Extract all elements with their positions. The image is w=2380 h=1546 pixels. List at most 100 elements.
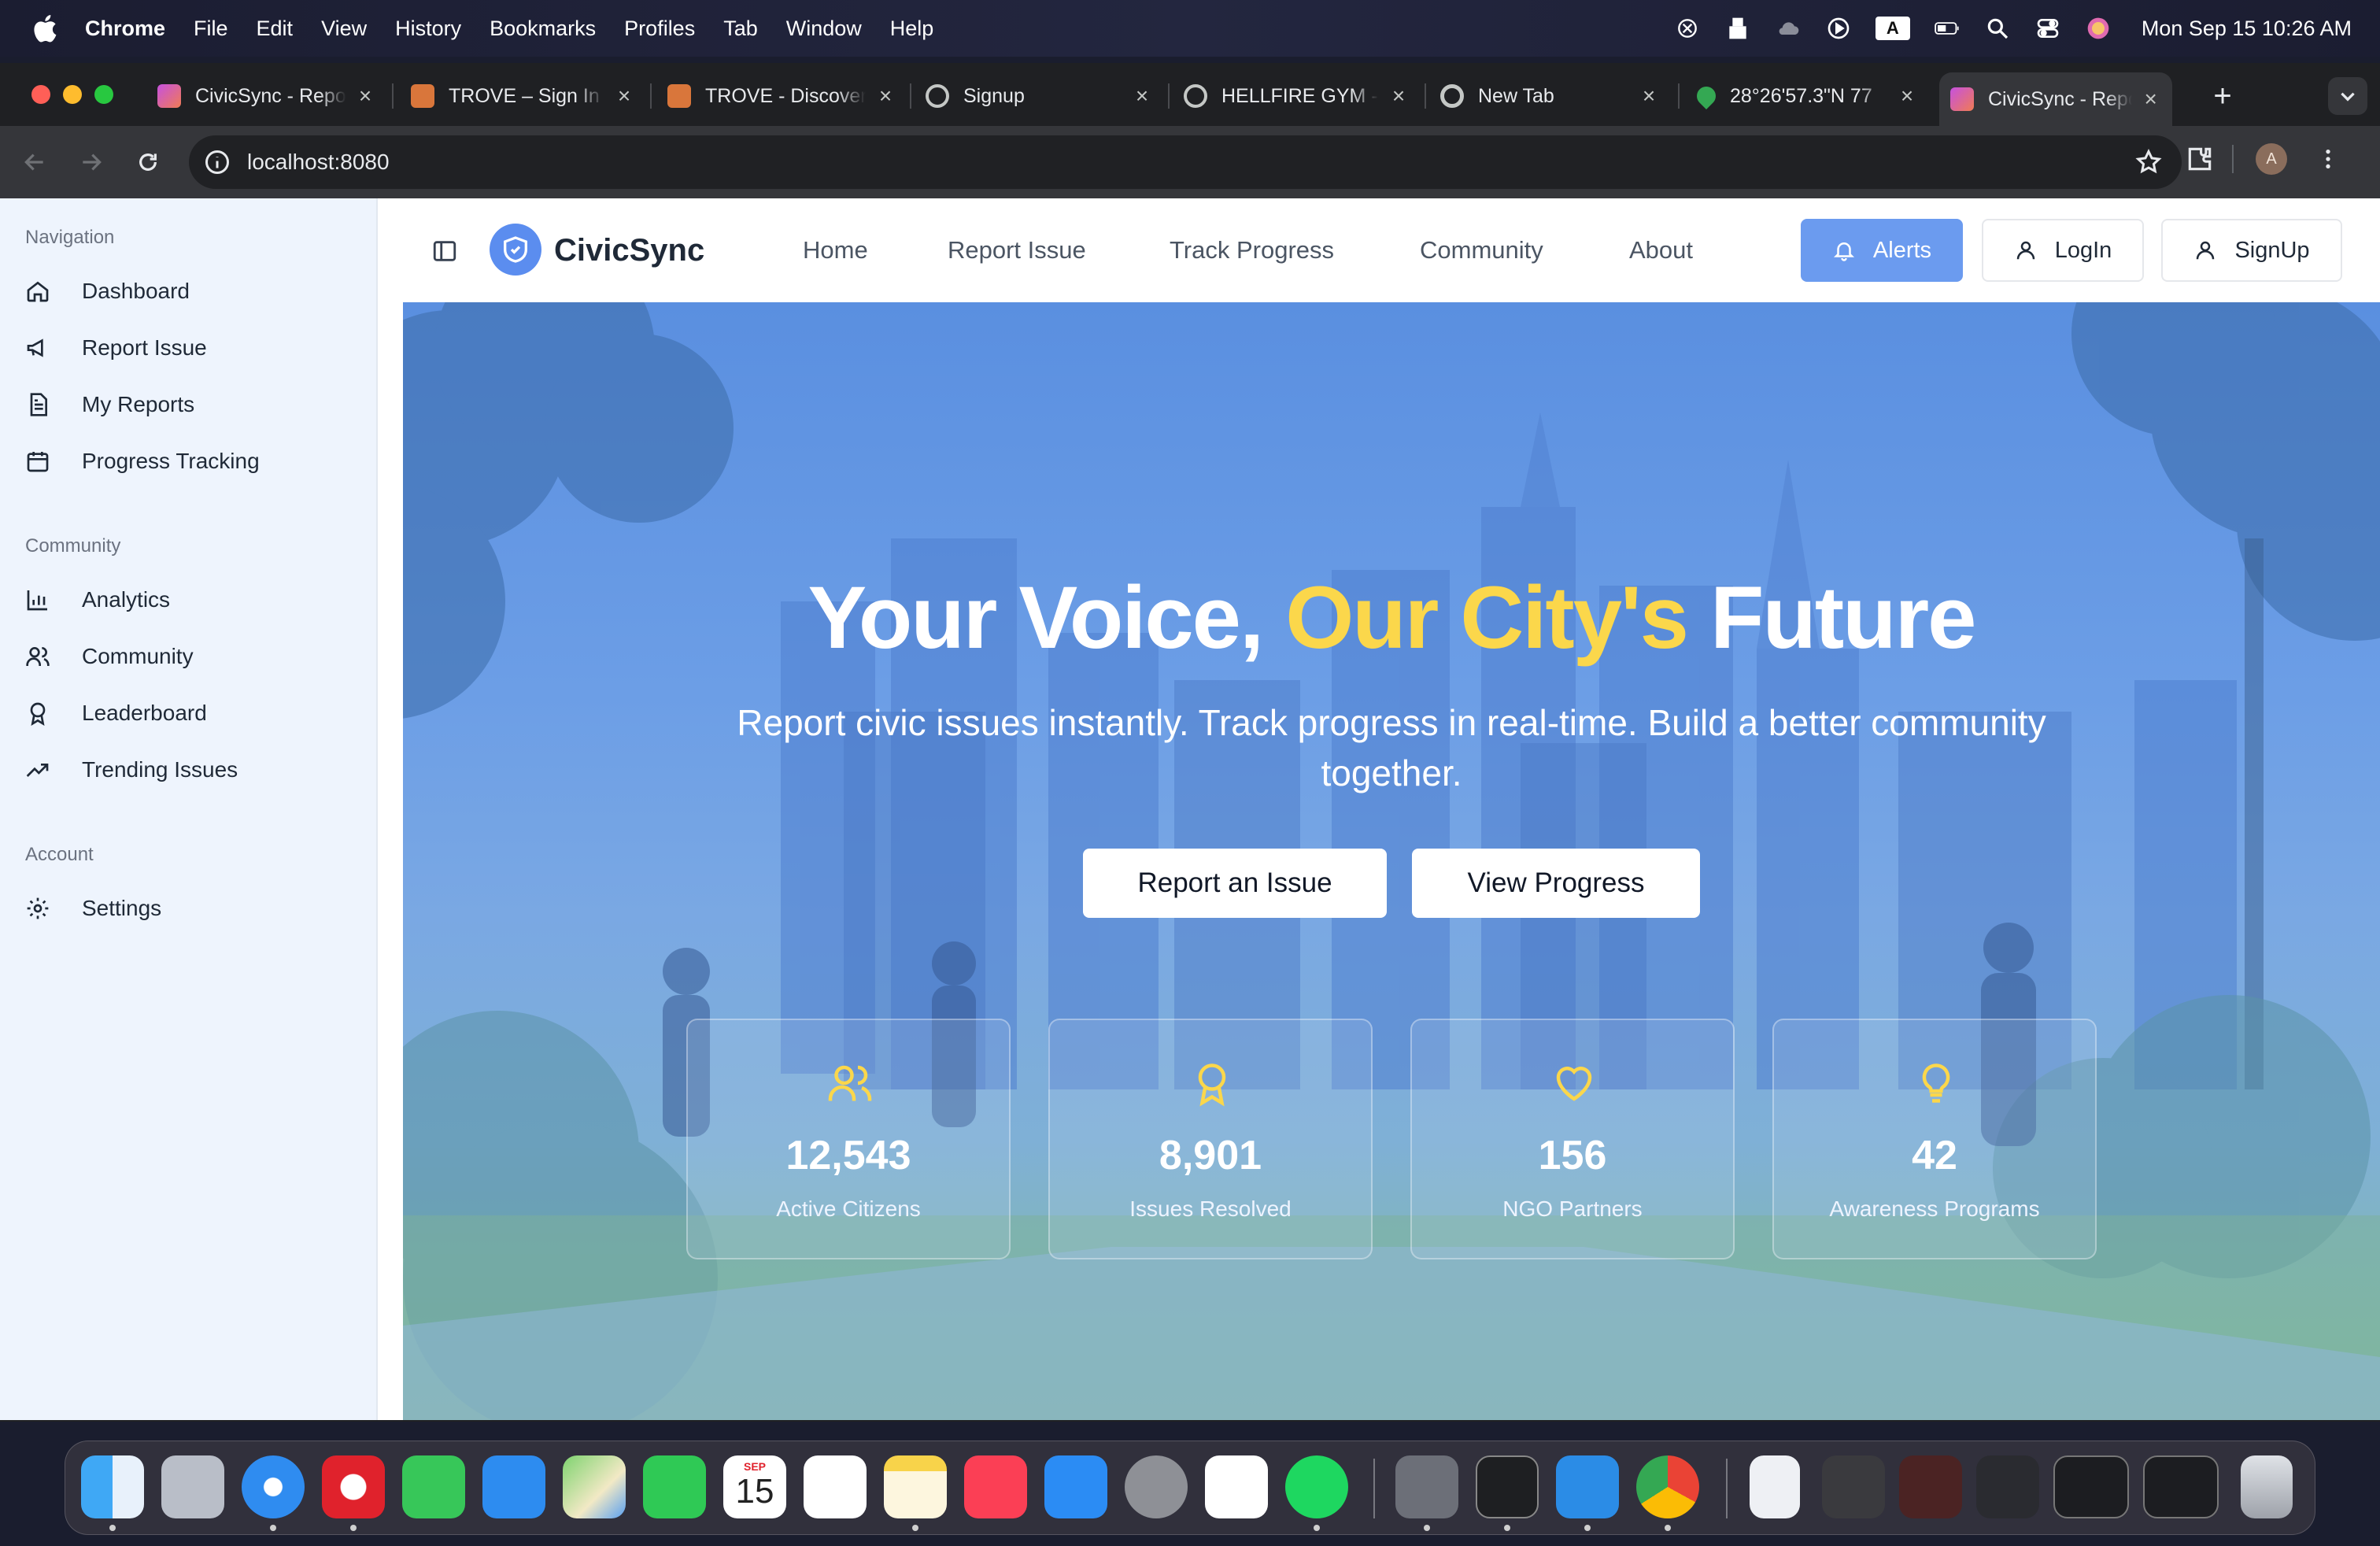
nav-link-track-progress[interactable]: Track Progress — [1170, 236, 1334, 264]
bookmark-star-icon[interactable] — [2134, 148, 2163, 176]
report-issue-cta-button[interactable]: Report an Issue — [1083, 849, 1387, 918]
brand-logo[interactable] — [490, 224, 541, 276]
view-progress-cta-button[interactable]: View Progress — [1412, 849, 1700, 918]
tab-hellfire-gym[interactable]: HELLFIRE GYM - × — [1184, 72, 1410, 120]
close-tab-icon[interactable]: × — [612, 83, 636, 108]
address-bar[interactable]: localhost:8080 — [189, 135, 2182, 189]
nav-link-home[interactable]: Home — [803, 236, 868, 264]
menu-view[interactable]: View — [321, 17, 367, 41]
control-center-icon[interactable] — [2034, 15, 2061, 42]
chrome-dock-icon[interactable] — [1636, 1455, 1699, 1518]
zoom-window-button[interactable] — [94, 85, 113, 104]
finder-dock-icon[interactable] — [81, 1455, 144, 1518]
tab-new-tab[interactable]: New Tab × — [1440, 72, 1661, 120]
sidebar-item-progress-tracking[interactable]: Progress Tracking — [25, 439, 356, 483]
brand-name[interactable]: CivicSync — [554, 233, 704, 268]
spotlight-search-icon[interactable] — [1984, 15, 2011, 42]
close-tab-icon[interactable]: × — [1895, 83, 1919, 108]
reminders-dock-icon[interactable] — [804, 1455, 867, 1518]
menu-edit[interactable]: Edit — [257, 17, 294, 41]
kebab-menu-icon[interactable] — [2315, 144, 2341, 174]
menu-app-name[interactable]: Chrome — [85, 17, 165, 41]
cloud-icon[interactable] — [1775, 15, 1802, 42]
sidebar-item-report-issue[interactable]: Report Issue — [25, 326, 356, 370]
apple-logo-icon[interactable] — [30, 13, 58, 44]
sidebar-item-settings[interactable]: Settings — [25, 886, 356, 930]
menu-file[interactable]: File — [194, 17, 228, 41]
input-source-indicator[interactable]: A — [1875, 17, 1910, 40]
close-tab-icon[interactable]: × — [1387, 83, 1410, 108]
forward-button[interactable] — [72, 143, 110, 181]
music-dock-icon[interactable] — [964, 1455, 1027, 1518]
maps-dock-icon[interactable] — [563, 1455, 626, 1518]
sidebar-item-my-reports[interactable]: My Reports — [25, 383, 356, 427]
sidebar-item-community[interactable]: Community — [25, 634, 356, 679]
sidebar-item-dashboard[interactable]: Dashboard — [25, 269, 356, 313]
close-tab-icon[interactable]: × — [1637, 83, 1661, 108]
close-tab-icon[interactable]: × — [354, 83, 376, 108]
safari-dock-icon[interactable] — [242, 1455, 305, 1518]
recent-window-dock-icon[interactable] — [1976, 1455, 2039, 1518]
menu-clock[interactable]: Mon Sep 15 10:26 AM — [2142, 17, 2352, 41]
openai-status-icon[interactable] — [1674, 15, 1701, 42]
minimize-window-button[interactable] — [63, 85, 82, 104]
nav-link-community[interactable]: Community — [1420, 236, 1543, 264]
app-store-dock-icon[interactable] — [1044, 1455, 1107, 1518]
battery-icon[interactable] — [1934, 15, 1961, 42]
recent-window-dock-icon[interactable] — [2053, 1455, 2129, 1518]
tab-civicsync-active[interactable]: CivicSync - Report × — [1939, 72, 2172, 126]
signup-button[interactable]: SignUp — [2161, 219, 2342, 282]
sidebar-item-analytics[interactable]: Analytics — [25, 578, 356, 622]
login-button[interactable]: LogIn — [1982, 219, 2144, 282]
tab-search-button[interactable] — [2328, 77, 2367, 115]
close-tab-icon[interactable]: × — [1130, 83, 1154, 108]
recent-window-dock-icon[interactable] — [2143, 1455, 2219, 1518]
alerts-button[interactable]: Alerts — [1801, 219, 1963, 282]
site-info-icon[interactable] — [203, 148, 231, 176]
nav-link-report-issue[interactable]: Report Issue — [948, 236, 1086, 264]
back-button[interactable] — [16, 143, 54, 181]
disk-utility-dock-icon[interactable] — [1395, 1455, 1458, 1518]
close-tab-icon[interactable]: × — [874, 83, 897, 108]
menu-help[interactable]: Help — [890, 17, 934, 41]
sidebar-item-leaderboard[interactable]: Leaderboard — [25, 691, 356, 735]
siri-icon[interactable] — [2085, 15, 2112, 42]
screenshot-stack-dock-icon[interactable] — [1899, 1455, 1962, 1518]
spotify-dock-icon[interactable] — [1285, 1455, 1348, 1518]
tab-signup[interactable]: Signup × — [926, 72, 1154, 120]
terminal-dock-icon[interactable] — [1476, 1455, 1539, 1518]
folder-stack-dock-icon[interactable] — [1822, 1455, 1885, 1518]
close-tab-icon[interactable]: × — [2140, 87, 2161, 111]
launchpad-dock-icon[interactable] — [161, 1455, 224, 1518]
sidebar-item-trending-issues[interactable]: Trending Issues — [25, 748, 356, 792]
new-tab-button[interactable]: + — [2204, 77, 2241, 115]
chatgpt-dock-icon[interactable] — [1205, 1455, 1268, 1518]
calendar-dock-icon[interactable]: SEP 15 — [723, 1455, 786, 1518]
menu-bookmarks[interactable]: Bookmarks — [490, 17, 596, 41]
url-text[interactable]: localhost:8080 — [247, 150, 390, 175]
menu-window[interactable]: Window — [786, 17, 862, 41]
vscode-dock-icon[interactable] — [1556, 1455, 1619, 1518]
tab-civicsync-1[interactable]: CivicSync - Report × — [154, 72, 376, 120]
menu-profiles[interactable]: Profiles — [624, 17, 695, 41]
trash-dock-icon[interactable] — [2241, 1455, 2293, 1518]
tab-trove-signin[interactable]: TROVE – Sign In × — [411, 72, 636, 120]
mail-dock-icon[interactable] — [482, 1455, 545, 1518]
facetime-dock-icon[interactable] — [643, 1455, 706, 1518]
system-settings-dock-icon[interactable] — [1125, 1455, 1188, 1518]
menu-tab[interactable]: Tab — [723, 17, 758, 41]
menu-history[interactable]: History — [395, 17, 461, 41]
messages-dock-icon[interactable] — [402, 1455, 465, 1518]
opera-dock-icon[interactable] — [322, 1455, 385, 1518]
nav-link-about[interactable]: About — [1629, 236, 1693, 264]
notes-dock-icon[interactable] — [884, 1455, 947, 1518]
extensions-puzzle-icon[interactable] — [2185, 144, 2215, 174]
reload-button[interactable] — [129, 143, 167, 181]
sidebar-toggle-icon[interactable] — [431, 238, 458, 264]
close-window-button[interactable] — [31, 85, 50, 104]
profile-avatar[interactable]: A — [2256, 143, 2287, 175]
usb-icon[interactable] — [1724, 15, 1751, 42]
play-circle-icon[interactable] — [1825, 15, 1852, 42]
document-dock-icon[interactable] — [1750, 1455, 1800, 1518]
tab-trove-discover[interactable]: TROVE - Discover × — [667, 72, 897, 120]
